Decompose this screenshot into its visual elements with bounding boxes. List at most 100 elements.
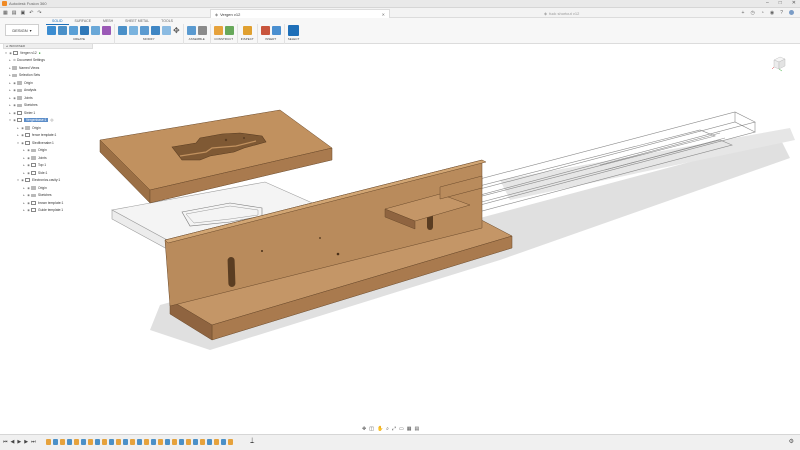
step-forward-icon[interactable]: ▶ [24, 439, 28, 445]
select-group-label[interactable]: SELECT [288, 37, 300, 41]
tree-item-component[interactable]: ▾ ◉ Electronics.cavity:1 [3, 177, 93, 185]
new-component-icon[interactable] [186, 25, 196, 35]
pattern-icon[interactable] [91, 25, 100, 35]
grid-settings-icon[interactable]: ▦ [407, 426, 412, 432]
timeline-feature[interactable] [60, 439, 65, 445]
press-pull-icon[interactable] [118, 25, 127, 35]
collapse-icon[interactable]: ◂ [6, 44, 8, 48]
timeline-feature[interactable] [165, 439, 170, 445]
joint-icon[interactable] [197, 25, 207, 35]
tree-item-origin[interactable]: ▸ ◉ Origin [3, 124, 93, 132]
insert-group-label[interactable]: INSERT [265, 37, 276, 41]
move-icon[interactable]: ✥ [173, 26, 180, 35]
chamfer-icon[interactable] [140, 25, 149, 35]
tree-item-analysis[interactable]: ▸ ◉ Analysis [3, 87, 93, 95]
minimize-icon[interactable]: – [766, 0, 769, 6]
revolve-icon[interactable] [69, 25, 78, 35]
tree-item-sketches[interactable]: ▸ ◉ Sketches [3, 102, 93, 110]
timeline-feature[interactable] [144, 439, 149, 445]
document-tab-active[interactable]: ◈ Vergen v12 ✕ [210, 9, 390, 18]
tree-item-component[interactable]: ▾ ◉ Sledfixenabe:1 [3, 139, 93, 147]
tree-item-sketches[interactable]: ▸ ◉ Sketches [3, 192, 93, 200]
timeline-feature[interactable] [207, 439, 212, 445]
look-at-icon[interactable]: ◫ [369, 426, 374, 432]
modify-group-label[interactable]: MODIFY [143, 37, 155, 41]
extrude-icon[interactable] [58, 25, 67, 35]
profile-avatar[interactable] [789, 10, 794, 15]
tree-item-named-views[interactable]: ▸ Named Views [3, 64, 93, 72]
timeline-feature[interactable] [123, 439, 128, 445]
job-status-icon[interactable]: ◔ [761, 10, 764, 16]
assemble-group-label[interactable]: ASSEMBLE [189, 37, 205, 41]
construct-group-label[interactable]: CONSTRUCT [214, 37, 233, 41]
tree-item-component[interactable]: ▸ ◉ Guide template:1 [3, 207, 93, 215]
help-icon[interactable]: ? [780, 10, 783, 16]
undo-icon[interactable]: ↶ [29, 10, 33, 16]
activate-radio-icon[interactable]: ◎ [50, 118, 53, 122]
view-cube[interactable] [770, 54, 788, 72]
file-icon[interactable]: ▤ [12, 10, 17, 16]
step-back-icon[interactable]: ◀ [11, 439, 15, 445]
timeline-feature[interactable] [116, 439, 121, 445]
tree-item-origin[interactable]: ▸ ◉ Origin [3, 184, 93, 192]
orbit-icon[interactable]: ✥ [362, 426, 366, 432]
tree-item-document-settings[interactable]: ▸ ⚙ Document Settings [3, 57, 93, 65]
timeline-feature[interactable] [193, 439, 198, 445]
close-tab-icon[interactable]: ✕ [382, 12, 385, 17]
fillet-icon[interactable] [129, 25, 138, 35]
timeline-feature[interactable] [130, 439, 135, 445]
tree-item-component[interactable]: ▸ ◉ Side:1 [3, 169, 93, 177]
new-tab-icon[interactable]: + [742, 10, 745, 16]
timeline-feature[interactable] [109, 439, 114, 445]
workspace-dropdown[interactable]: DESIGN ▾ [5, 24, 39, 36]
fit-icon[interactable]: ⤢ [392, 426, 396, 432]
new-sketch-icon[interactable] [47, 25, 56, 35]
tree-item-component[interactable]: ▸ ◉ Sixter:1 [3, 109, 93, 117]
timeline-feature[interactable] [158, 439, 163, 445]
inspect-group-label[interactable]: INSPECT [241, 37, 254, 41]
extensions-icon[interactable]: ◷ [750, 10, 754, 16]
timeline-feature[interactable] [172, 439, 177, 445]
tree-item-origin[interactable]: ▸ ◉ Origin [3, 79, 93, 87]
pan-icon[interactable]: ✋ [377, 426, 383, 432]
tree-item-origin[interactable]: ▸ ◉ Origin [3, 147, 93, 155]
tree-item-component[interactable]: ▸ ◉ fence template:1 [3, 132, 93, 140]
document-tab-inactive[interactable]: ◈ fuck shortcut v12 [540, 9, 720, 18]
timeline-feature[interactable] [95, 439, 100, 445]
tree-item-selection-sets[interactable]: ▸ Selection Sets [3, 72, 93, 80]
timeline-feature[interactable] [67, 439, 72, 445]
timeline-feature[interactable] [200, 439, 205, 445]
display-settings-icon[interactable]: ▭ [399, 426, 404, 432]
go-to-end-icon[interactable]: ⏭ [31, 439, 36, 445]
save-icon[interactable]: ▣ [20, 10, 25, 16]
redo-icon[interactable]: ↷ [37, 10, 41, 16]
combine-icon[interactable] [162, 25, 171, 35]
notifications-icon[interactable]: ◉ [770, 10, 774, 16]
play-icon[interactable]: ▶ [17, 439, 21, 445]
grid-menu-icon[interactable]: ▦ [3, 10, 8, 16]
tree-item-component[interactable]: ▸ ◉ brown template:1 [3, 199, 93, 207]
timeline-feature[interactable] [214, 439, 219, 445]
timeline-feature[interactable] [137, 439, 142, 445]
timeline-feature[interactable] [74, 439, 79, 445]
viewport-canvas[interactable] [0, 44, 800, 434]
tree-item-root[interactable]: ▾ ◉ Vergen v12 ● [3, 49, 93, 57]
create-group-label[interactable]: CREATE [73, 37, 85, 41]
timeline-feature[interactable] [46, 439, 51, 445]
tree-item-joints[interactable]: ▸ ◉ Joints [3, 154, 93, 162]
timeline-feature[interactable] [53, 439, 58, 445]
tree-item-joints[interactable]: ▸ ◉ Joints [3, 94, 93, 102]
maximize-icon[interactable]: □ [779, 0, 782, 6]
timeline-feature[interactable] [151, 439, 156, 445]
insert-derive-icon[interactable] [260, 25, 270, 35]
timeline-feature[interactable] [186, 439, 191, 445]
viewports-icon[interactable]: ▤ [414, 426, 419, 432]
timeline-feature[interactable] [179, 439, 184, 445]
hole-icon[interactable] [80, 25, 89, 35]
timeline-feature[interactable] [221, 439, 226, 445]
zoom-icon[interactable]: ⌕ [386, 426, 389, 432]
timeline-feature[interactable] [81, 439, 86, 445]
timeline-marker-icon[interactable]: ⍊ [250, 437, 254, 445]
insert-image-icon[interactable] [271, 25, 281, 35]
top-mdf-plate[interactable] [99, 109, 333, 204]
